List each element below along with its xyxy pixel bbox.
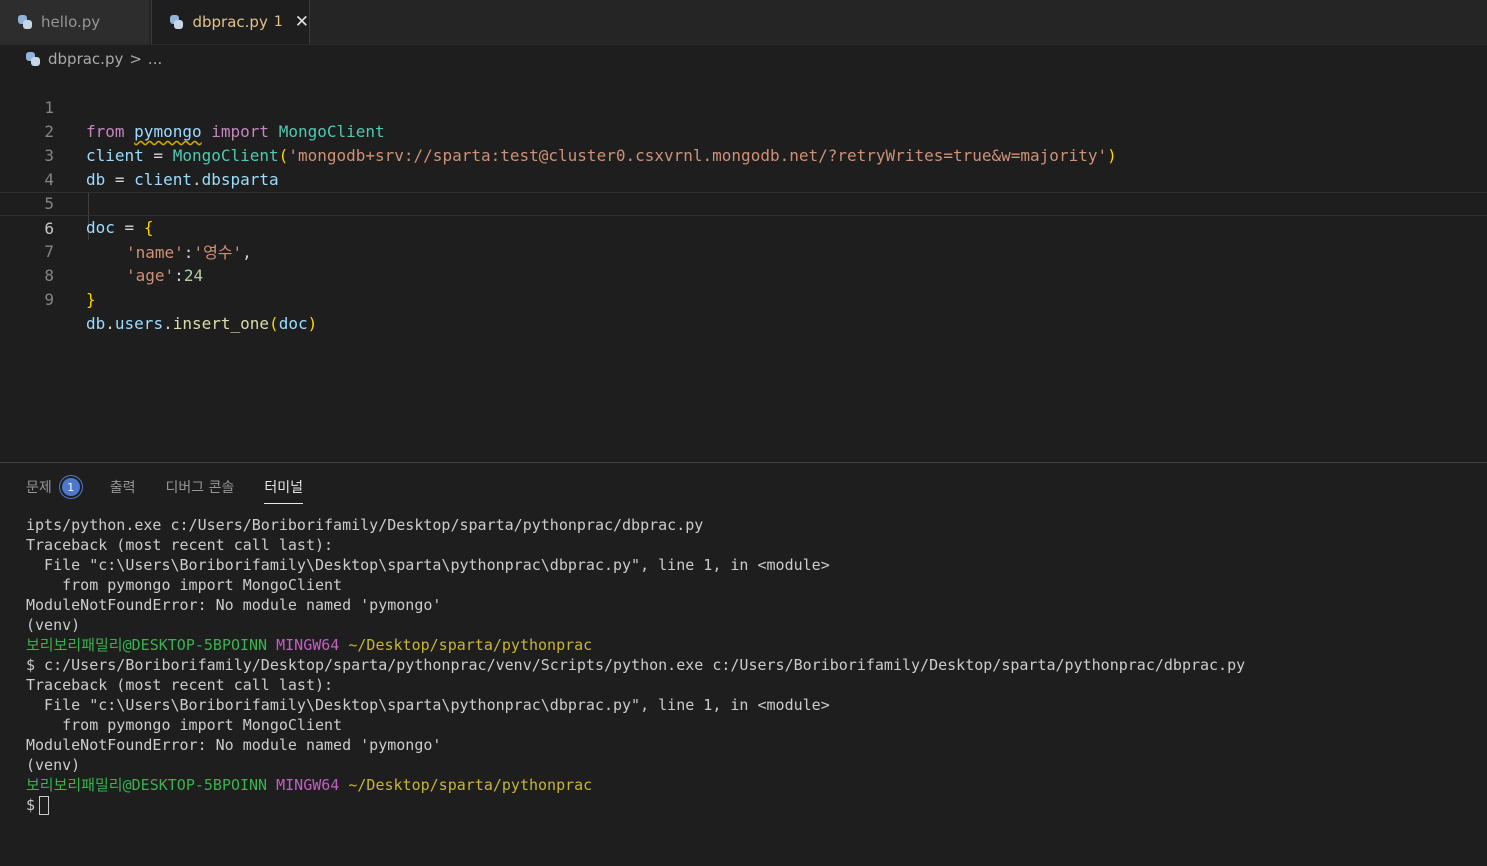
close-icon[interactable]: ✕ (295, 12, 309, 32)
prompt-path: ~/Desktop/sparta/pythonprac (348, 636, 593, 654)
operator: . (163, 314, 173, 333)
chevron-right-icon: > (129, 50, 142, 68)
code-editor[interactable]: 1 from pymongo import MongoClient 2 clie… (0, 72, 1487, 458)
code-line[interactable]: 7 'age':24 (0, 216, 1487, 285)
breadcrumb: dbprac.py > ... (26, 48, 162, 70)
prompt-user: 보리보리패밀리@DESKTOP-5BPOINN (26, 776, 268, 794)
terminal-line: (venv) (26, 616, 81, 634)
terminal-line: ModuleNotFoundError: No module named 'py… (26, 596, 442, 614)
terminal-output[interactable]: ipts/python.exe c:/Users/Boriborifamily/… (26, 515, 1476, 815)
code-line[interactable]: 2 client = MongoClient('mongodb+srv://sp… (0, 96, 1487, 165)
editor-tab-bar: hello.py dbprac.py 1 ✕ (0, 0, 1487, 45)
bracket: ) (307, 314, 318, 333)
tab-label: hello.py (41, 13, 101, 31)
code-line[interactable]: 5 doc = { (0, 168, 1487, 237)
python-file-icon (18, 15, 32, 29)
tab-label: 출력 (109, 480, 136, 496)
prompt-system: MINGW64 (276, 636, 340, 654)
code-line[interactable]: 1 from pymongo import MongoClient (0, 72, 1487, 141)
tab-dbprac-py[interactable]: dbprac.py 1 ✕ (151, 0, 310, 44)
tab-problems[interactable]: 문제 1 (26, 475, 80, 499)
terminal-line: Traceback (most recent call last): (26, 536, 334, 554)
terminal-line: Traceback (most recent call last): (26, 676, 334, 694)
tab-label: dbprac.py (192, 13, 268, 31)
bracket: ( (269, 314, 279, 333)
terminal-line: File "c:\Users\Boriborifamily\Desktop\sp… (26, 556, 830, 574)
code-line[interactable]: 9 db.users.insert_one(doc) (0, 264, 1487, 333)
operator: . (105, 314, 115, 333)
terminal-prompt: 보리보리패밀리@DESKTOP-5BPOINN MINGW64 ~/Deskto… (26, 635, 1476, 655)
variable: db (86, 314, 106, 333)
terminal-command: $ c:/Users/Boriborifamily/Desktop/sparta… (26, 656, 1246, 674)
prompt-user: 보리보리패밀리@DESKTOP-5BPOINN (26, 636, 268, 654)
tab-terminal[interactable]: 터미널 (264, 475, 304, 504)
terminal-cursor (39, 796, 50, 815)
function-name: insert_one (172, 314, 270, 333)
problems-count-badge: 1 (61, 478, 80, 496)
problem-count-badge: 1 (273, 14, 283, 30)
variable: doc (278, 314, 308, 333)
terminal-line: from pymongo import MongoClient (26, 716, 343, 734)
input-prompt: $ (26, 796, 36, 814)
line-number: 9 (44, 290, 54, 309)
code-line[interactable]: 8 } (0, 240, 1487, 309)
terminal-line: ModuleNotFoundError: No module named 'py… (26, 736, 442, 754)
tab-label: 문제 (26, 480, 52, 496)
terminal-line: ipts/python.exe c:/Users/Boriborifamily/… (26, 516, 704, 534)
terminal-line: File "c:\Users\Boriborifamily\Desktop\sp… (26, 696, 830, 714)
bracket: } (86, 290, 96, 309)
tab-label: 터미널 (264, 480, 304, 496)
code-line[interactable]: 3 db = client.dbsparta (0, 120, 1487, 189)
terminal-prompt: 보리보리패밀리@DESKTOP-5BPOINN MINGW64 ~/Deskto… (26, 775, 1476, 795)
python-file-icon (170, 15, 184, 29)
code-line[interactable]: 4 (0, 144, 1487, 189)
terminal-input-line[interactable]: $ (26, 795, 1476, 815)
tab-output[interactable]: 출력 (110, 475, 136, 499)
code-line-current[interactable]: 6 'name':'영수', (0, 192, 1487, 262)
terminal-line: from pymongo import MongoClient (26, 576, 343, 594)
attribute: users (114, 314, 164, 333)
tab-debug-console[interactable]: 디버그 콘솔 (166, 475, 235, 499)
prompt-path: ~/Desktop/sparta/pythonprac (348, 776, 593, 794)
bottom-panel: 문제 1 출력 디버그 콘솔 터미널 ipts/python.exe c:/Us… (0, 462, 1487, 866)
panel-tab-bar: 문제 1 출력 디버그 콘솔 터미널 (26, 475, 333, 505)
prompt-system: MINGW64 (276, 776, 340, 794)
tab-hello-py[interactable]: hello.py (0, 0, 150, 44)
breadcrumb-file[interactable]: dbprac.py (48, 50, 123, 68)
terminal-line: (venv) (26, 756, 81, 774)
tab-label: 디버그 콘솔 (165, 480, 235, 496)
python-file-icon (26, 52, 40, 66)
breadcrumb-more[interactable]: ... (148, 50, 162, 68)
